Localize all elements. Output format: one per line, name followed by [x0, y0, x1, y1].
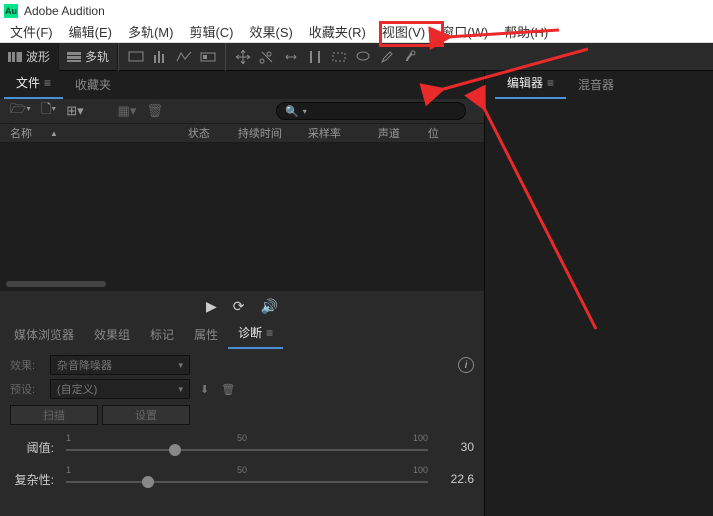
- open-file-icon[interactable]: 🗁▾: [10, 100, 31, 122]
- hud-icon[interactable]: [125, 46, 147, 68]
- info-icon[interactable]: i: [458, 357, 474, 373]
- files-panel: 文件≡ 收藏夹 🗁▾ 🗋▾ ⊞▾ ▦▾ 🗑 🔍▾ 名称 ▲ 状态 持续时间 采样…: [0, 71, 484, 321]
- insert-icon[interactable]: ⊞▾: [66, 103, 83, 119]
- complexity-value[interactable]: 22.6: [440, 472, 474, 486]
- scan-button[interactable]: 扫描: [10, 405, 98, 425]
- mode-multitrack-label: 多轨: [85, 48, 109, 65]
- spectral-freq-icon[interactable]: [149, 46, 171, 68]
- filter-icon[interactable]: ▦▾: [118, 103, 137, 119]
- heal-tool-icon[interactable]: [400, 46, 422, 68]
- multitrack-icon: [67, 52, 81, 62]
- menu-multitrack[interactable]: 多轨(M): [120, 22, 182, 41]
- lasso-tool-icon[interactable]: [352, 46, 374, 68]
- effect-label: 效果:: [10, 357, 44, 373]
- threshold-value[interactable]: 30: [440, 440, 474, 454]
- tab-media-browser[interactable]: 媒体浏览器: [4, 320, 84, 349]
- tool-group-edit: [225, 43, 428, 71]
- new-file-icon[interactable]: 🗋▾: [41, 100, 56, 122]
- col-bitdepth[interactable]: 位: [428, 125, 439, 141]
- col-status[interactable]: 状态: [188, 125, 238, 141]
- delete-preset-icon[interactable]: 🗑: [221, 383, 235, 396]
- waveform-icon: [8, 52, 22, 62]
- menu-help[interactable]: 帮助(H): [496, 22, 556, 41]
- complexity-label: 复杂性:: [10, 471, 54, 488]
- move-tool-icon[interactable]: [232, 46, 254, 68]
- app-title: Adobe Audition: [24, 4, 105, 18]
- tab-effects-rack[interactable]: 效果组: [84, 320, 140, 349]
- mode-waveform-label: 波形: [26, 48, 50, 65]
- lower-panel: 媒体浏览器 效果组 标记 属性 诊断≡ 效果: 杂音降噪器▾ i 预设: (自定…: [0, 321, 484, 516]
- menu-favorites[interactable]: 收藏夹(R): [301, 22, 374, 41]
- search-icon: 🔍: [285, 105, 299, 118]
- menu-effects[interactable]: 效果(S): [242, 22, 301, 41]
- toolbar: 波形 多轨: [0, 43, 713, 71]
- mode-waveform-button[interactable]: 波形: [0, 43, 59, 71]
- chevron-down-icon: ▾: [178, 360, 183, 371]
- marquee-tool-icon[interactable]: [328, 46, 350, 68]
- save-preset-icon[interactable]: ⬇: [200, 383, 209, 396]
- menu-file[interactable]: 文件(F): [2, 22, 61, 41]
- tab-files[interactable]: 文件≡: [4, 68, 63, 99]
- tab-favorites[interactable]: 收藏夹: [63, 70, 123, 99]
- tab-properties[interactable]: 属性: [184, 320, 228, 349]
- menu-edit[interactable]: 编辑(E): [61, 22, 120, 41]
- menu-bar: 文件(F) 编辑(E) 多轨(M) 剪辑(C) 效果(S) 收藏夹(R) 视图(…: [0, 21, 713, 43]
- effect-dropdown[interactable]: 杂音降噪器▾: [50, 355, 190, 375]
- slip-tool-icon[interactable]: [280, 46, 302, 68]
- col-sort-icon[interactable]: ▲: [50, 129, 58, 138]
- settings-button[interactable]: 设置: [102, 405, 190, 425]
- file-list[interactable]: [0, 143, 484, 291]
- menu-view[interactable]: 视图(V): [374, 22, 433, 41]
- panel-menu-icon[interactable]: ≡: [44, 76, 51, 90]
- app-icon: Au: [4, 4, 18, 18]
- razor-tool-icon[interactable]: [256, 46, 278, 68]
- mode-multitrack-button[interactable]: 多轨: [59, 43, 118, 71]
- preset-dropdown[interactable]: (自定义)▾: [50, 379, 190, 399]
- menu-clip[interactable]: 剪辑(C): [181, 22, 241, 41]
- search-chevron-icon[interactable]: ▾: [303, 107, 307, 116]
- spectral-pitch-icon[interactable]: [173, 46, 195, 68]
- tab-editor[interactable]: 编辑器≡: [495, 68, 566, 99]
- complexity-slider[interactable]: 150100: [66, 467, 428, 491]
- tab-diagnostics[interactable]: 诊断≡: [228, 318, 283, 349]
- auto-play-button[interactable]: 🔊: [261, 298, 278, 315]
- tab-mixer[interactable]: 混音器: [566, 70, 626, 99]
- brush-tool-icon[interactable]: [376, 46, 398, 68]
- tab-markers[interactable]: 标记: [140, 320, 184, 349]
- threshold-label: 阈值:: [10, 439, 54, 456]
- col-duration[interactable]: 持续时间: [238, 125, 308, 141]
- tool-group-display: [118, 43, 225, 71]
- col-samplerate[interactable]: 采样率: [308, 125, 378, 141]
- time-select-icon[interactable]: [304, 46, 326, 68]
- preset-label: 预设:: [10, 381, 44, 397]
- play-button[interactable]: ▶: [206, 298, 217, 315]
- preview-icon[interactable]: [197, 46, 219, 68]
- horizontal-scrollbar[interactable]: [6, 281, 106, 287]
- menu-window[interactable]: 窗口(W): [433, 22, 496, 41]
- col-channel[interactable]: 声道: [378, 125, 428, 141]
- title-bar: Au Adobe Audition: [0, 0, 713, 21]
- chevron-down-icon: ▾: [178, 384, 183, 395]
- search-input[interactable]: 🔍▾: [276, 102, 466, 120]
- threshold-slider[interactable]: 150100: [66, 435, 428, 459]
- loop-button[interactable]: ⟳: [233, 298, 245, 315]
- col-name[interactable]: 名称: [10, 125, 180, 141]
- transport-bar: ▶ ⟳ 🔊: [0, 291, 484, 321]
- file-list-header: 名称 ▲ 状态 持续时间 采样率 声道 位: [0, 123, 484, 143]
- right-panel: 编辑器≡ 混音器: [485, 71, 713, 516]
- delete-icon[interactable]: 🗑: [146, 103, 163, 119]
